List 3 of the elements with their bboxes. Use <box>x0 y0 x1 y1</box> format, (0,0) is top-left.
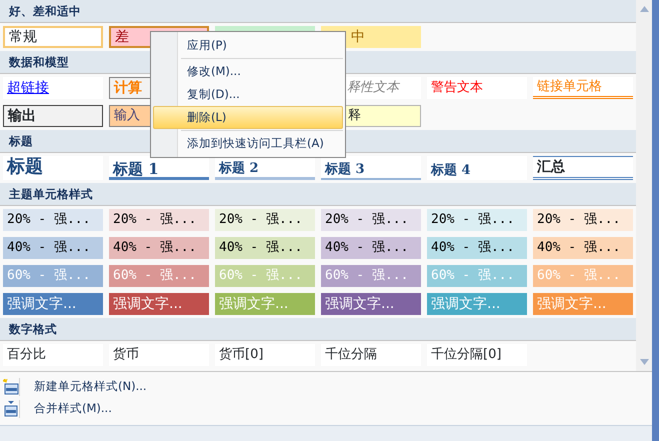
section-heading: 主题单元格样式 <box>0 183 636 206</box>
section-heading: 数字格式 <box>0 318 636 341</box>
section-heading: 好、差和适中 <box>0 0 636 23</box>
